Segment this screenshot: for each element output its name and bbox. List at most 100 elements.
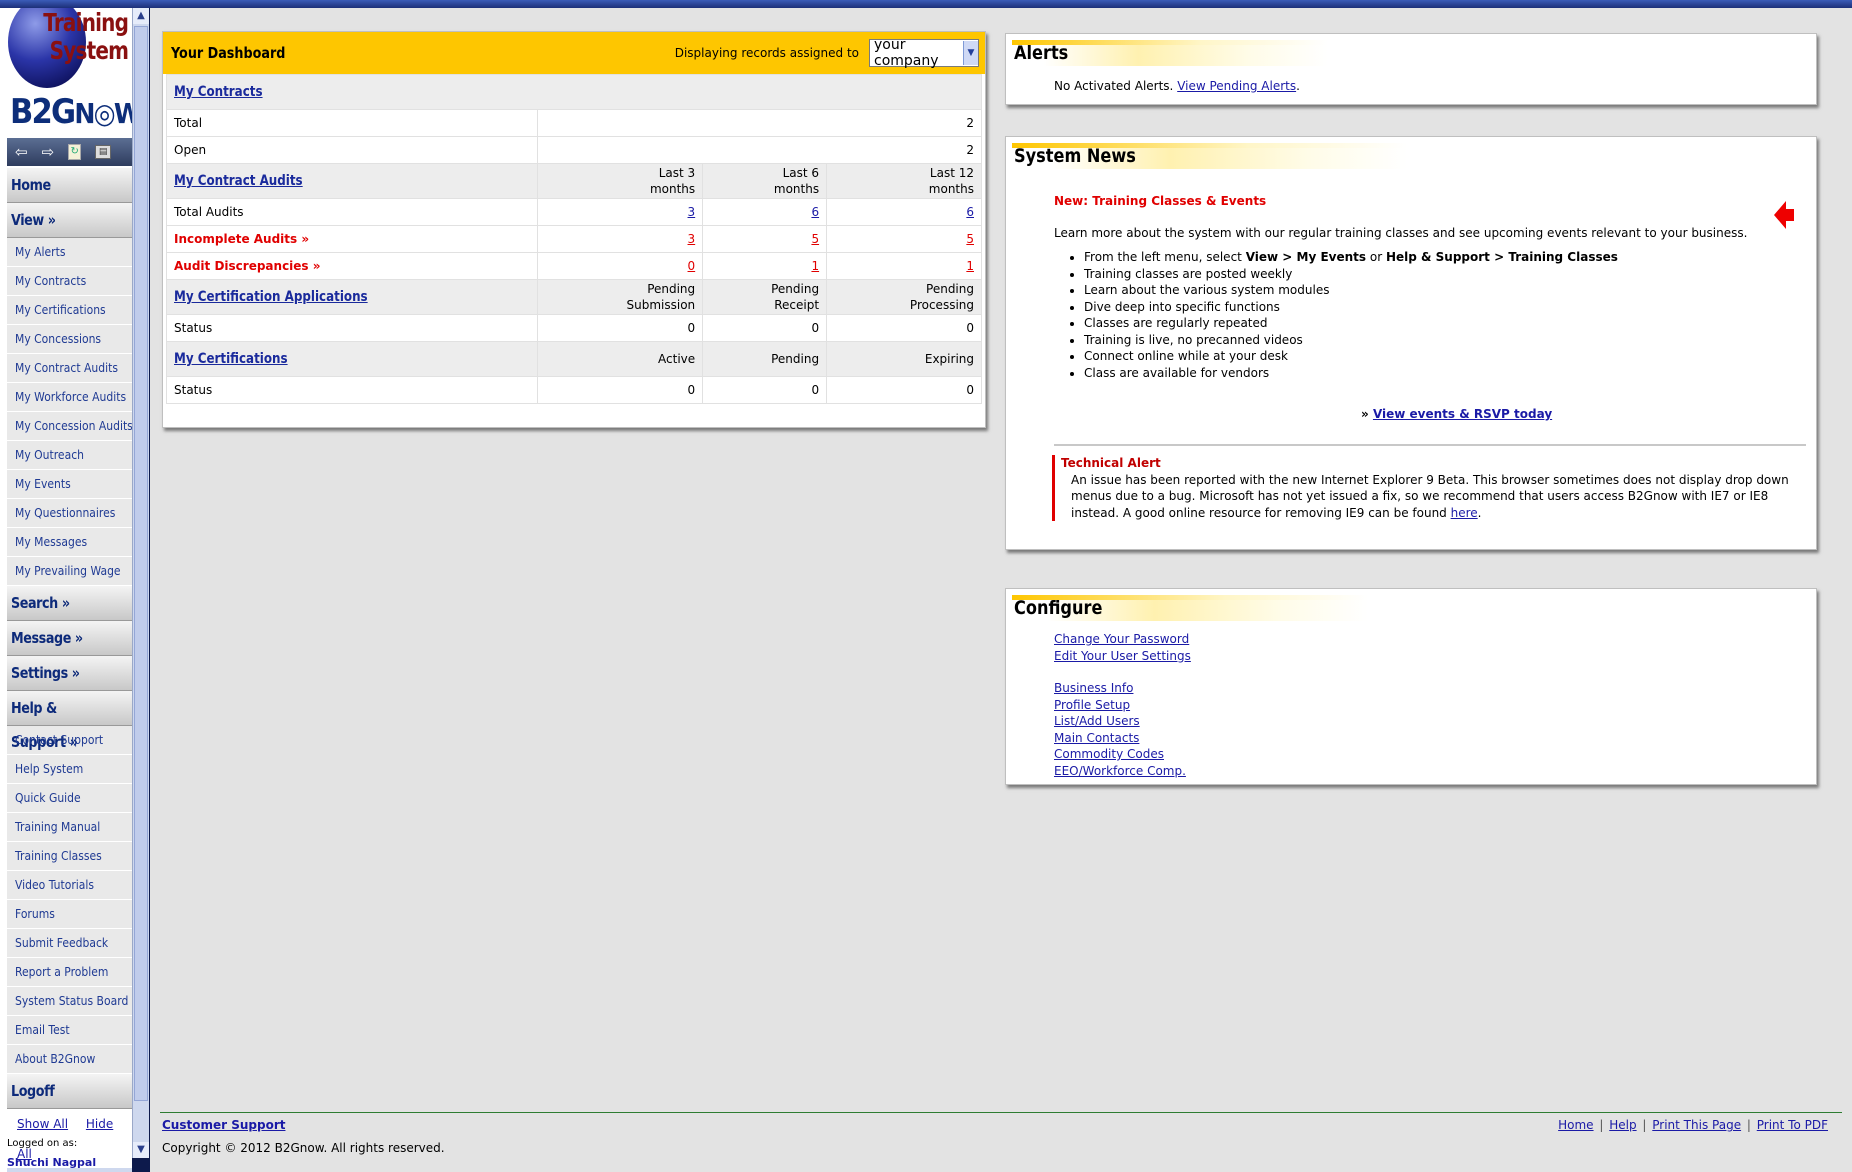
table-cell: 1 [826,252,982,280]
refresh-icon[interactable]: ↻ [68,144,82,160]
my-contracts-header-row: My Contracts [166,74,982,110]
sidebar-item-my-messages[interactable]: My Messages [7,528,132,557]
value-link[interactable]: 3 [688,232,696,246]
logo-text-system: System [49,36,128,65]
value-link[interactable]: 6 [966,205,974,219]
company-select[interactable]: your company ▼ [869,37,979,69]
menu-view[interactable]: View » [7,203,132,238]
value-link[interactable]: 0 [688,259,696,273]
window-top-bar [0,0,1852,8]
sidebar-item-my-workforce-audits[interactable]: My Workforce Audits [7,383,132,412]
my-certification-applications-link[interactable]: My Certification Applications [174,289,368,305]
sidebar-item-label: My Events [15,477,71,491]
sidebar-item-my-certifications[interactable]: My Certifications [7,296,132,325]
logo-brand: B2GN◎W [10,92,132,132]
value-link[interactable]: 5 [966,232,974,246]
sidebar-item-help-system[interactable]: Help System [7,755,132,784]
my-certification-applications-heading: My Certification Applications [166,279,538,315]
link-eeo-workforce-comp[interactable]: EEO/Workforce Comp. [1054,763,1191,780]
link-profile-setup[interactable]: Profile Setup [1054,697,1191,714]
dashboard-title: Your Dashboard [171,44,286,62]
sidebar-item-my-questionnaires[interactable]: My Questionnaires [7,499,132,528]
news-subtitle: New: Training Classes & Events [1054,194,1267,208]
footer-divider [160,1112,1842,1113]
table-cell: 0 [702,376,828,404]
footer-link-print-to-pdf[interactable]: Print To PDF [1757,1118,1828,1132]
sidebar-item-label: My Workforce Audits [15,390,127,404]
menu-message[interactable]: Message » [7,621,132,656]
sidebar-item-label: Contact Support [15,733,104,747]
sidebar-item-my-outreach[interactable]: My Outreach [7,441,132,470]
sidebar-item-submit-feedback[interactable]: Submit Feedback [7,929,132,958]
my-contracts-link[interactable]: My Contracts [174,84,263,100]
footer-link-home[interactable]: Home [1558,1118,1593,1132]
sidebar-item-label: My Concession Audits [15,419,132,433]
value-link[interactable]: 5 [811,232,819,246]
menu-logoff[interactable]: Logoff [7,1074,132,1109]
view-events-rsvp-link[interactable]: View events & RSVP today [1373,407,1552,421]
link-list-add-users[interactable]: List/Add Users [1054,713,1191,730]
link-commodity-codes[interactable]: Commodity Codes [1054,746,1191,763]
table-cell: 0 [702,314,828,342]
sidebar-item-my-alerts[interactable]: My Alerts [7,238,132,267]
sidebar-item-training-manual[interactable]: Training Manual [7,813,132,842]
menu-search[interactable]: Search » [7,586,132,621]
forward-arrow-icon[interactable]: ⇨ [42,144,55,160]
footer-link-help[interactable]: Help [1609,1118,1636,1132]
link-edit-your-user-settings[interactable]: Edit Your User Settings [1054,648,1191,665]
sidebar-item-report-a-problem[interactable]: Report a Problem [7,958,132,987]
sidebar-item-label: My Outreach [15,448,84,462]
table-cell: 1 [702,252,828,280]
link-business-info[interactable]: Business Info [1054,680,1191,697]
my-contract-audits-link[interactable]: My Contract Audits [174,173,303,189]
sidebar-item-about-b2gnow[interactable]: About B2Gnow [7,1045,132,1074]
sidebar-item-my-concessions[interactable]: My Concessions [7,325,132,354]
sidebar-horizontal-scrollbar[interactable] [7,1168,132,1172]
table-row: Incomplete Audits » 3 5 5 [166,225,982,253]
view-pending-alerts-link[interactable]: View Pending Alerts [1177,79,1296,93]
red-arrow-icon [1774,201,1794,229]
table-cell: 3 [536,198,704,226]
menu-settings[interactable]: Settings » [7,656,132,691]
sidebar-item-my-events[interactable]: My Events [7,470,132,499]
value-link[interactable]: 1 [966,259,974,273]
sidebar-item-email-test[interactable]: Email Test [7,1016,132,1045]
my-certifications-link[interactable]: My Certifications [174,351,288,367]
scroll-down-icon[interactable]: ▼ [133,1142,149,1158]
technical-alert-title: Technical Alert [1061,456,1161,470]
ie9-removal-link[interactable]: here [1451,506,1478,520]
menu-home[interactable]: Home [7,168,132,203]
sidebar-item-my-contracts[interactable]: My Contracts [7,267,132,296]
column-header: Pending Processing [826,279,982,315]
sidebar-item-training-classes[interactable]: Training Classes [7,842,132,871]
list-item: Classes are regularly repeated [1084,315,1618,332]
sidebar-item-label: Report a Problem [15,965,109,979]
link-change-your-password[interactable]: Change Your Password [1054,631,1191,648]
sidebar-item-forums[interactable]: Forums [7,900,132,929]
sidebar-item-my-prevailing-wage[interactable]: My Prevailing Wage [7,557,132,586]
value-link[interactable]: 1 [811,259,819,273]
scrollbar-thumb[interactable] [134,26,148,1101]
sidebar-vertical-scrollbar[interactable]: ▲ ▼ [132,8,149,1158]
footer-link-print-this-page[interactable]: Print This Page [1652,1118,1741,1132]
customer-support-link[interactable]: Customer Support [162,1118,285,1132]
sidebar-item-label: System Status Board [15,994,129,1008]
sidebar-item-label: Help System [15,762,84,776]
back-arrow-icon[interactable]: ⇦ [15,144,28,160]
scroll-up-icon[interactable]: ▲ [133,8,149,24]
sidebar-item-system-status-board[interactable]: System Status Board [7,987,132,1016]
dashboard-panel: Your Dashboard Displaying records assign… [162,31,986,428]
sidebar-item-my-contract-audits[interactable]: My Contract Audits [7,354,132,383]
sidebar-item-my-concession-audits[interactable]: My Concession Audits [7,412,132,441]
sidebar-item-video-tutorials[interactable]: Video Tutorials [7,871,132,900]
value-link[interactable]: 3 [688,205,696,219]
contracts-label: Open [166,136,538,164]
print-icon[interactable]: ▤ [95,145,112,159]
sidebar-item-quick-guide[interactable]: Quick Guide [7,784,132,813]
link-main-contacts[interactable]: Main Contacts [1054,730,1191,747]
audit-total-audits-label: Total Audits [166,198,538,226]
menu-help-support[interactable]: Help & Support » [7,691,132,751]
chevron-down-icon[interactable]: ▼ [962,41,978,65]
show-all-link[interactable]: Show All [17,1117,68,1131]
value-link[interactable]: 6 [811,205,819,219]
